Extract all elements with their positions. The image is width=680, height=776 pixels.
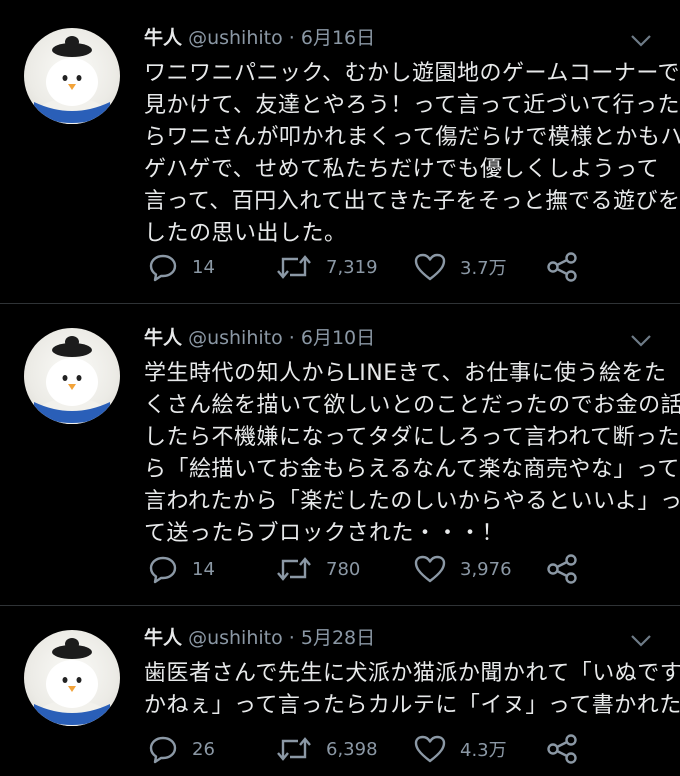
reply-count: 26 <box>192 738 215 760</box>
retweet-count: 780 <box>326 558 361 580</box>
tweet-date[interactable]: 6月10日 <box>301 327 375 349</box>
like-count: 3,976 <box>460 558 512 580</box>
penguin-avatar-icon <box>34 638 110 726</box>
tweet-text-line: 歯医者さんで先生に犬派か猫派か聞かれて「いぬです <box>144 661 680 686</box>
reply-icon <box>149 556 177 584</box>
tweet-text-line: 見かけて、友達とやろう！って言って近づいて行った <box>144 93 680 118</box>
tweet-text: 学生時代の知人からLINEきて、お仕事に使う絵をた くさん絵を描いて欲しいとのこ… <box>144 358 680 550</box>
avatar[interactable] <box>24 28 120 124</box>
tweet-text-line: ワニワニパニック、むかし遊園地のゲームコーナーで <box>144 61 680 86</box>
tweet-header: 牛人 @ushihito · 5月28日 <box>144 626 375 650</box>
tweet-text-line: て送ったらブロックされた・・・！ <box>144 521 505 546</box>
like-count: 4.3万 <box>460 740 507 761</box>
retweet-icon <box>277 737 311 761</box>
share-icon <box>547 252 577 282</box>
display-name[interactable]: 牛人 <box>144 327 182 349</box>
like-count: 3.7万 <box>460 258 507 279</box>
like-button[interactable]: 3.7万 <box>414 250 507 284</box>
like-button[interactable]: 3,976 <box>414 552 512 586</box>
tweet-header: 牛人 @ushihito · 6月10日 <box>144 326 375 350</box>
user-handle[interactable]: @ushihito <box>188 327 283 349</box>
reply-button[interactable]: 14 <box>148 552 215 586</box>
separator-dot: · <box>288 627 295 649</box>
penguin-avatar-icon <box>34 36 110 124</box>
tweet-text-line: 言われたから「楽だしたのしいからやるといいよ」っ <box>144 489 680 514</box>
tweet-text-line: かねぇ」って言ったらカルテに「イヌ」って書かれた <box>144 693 680 718</box>
tweet-text-line: 言って、百円入れて出てきた子をそっと撫でる遊びを <box>144 189 680 214</box>
user-handle[interactable]: @ushihito <box>188 27 283 49</box>
share-button[interactable] <box>546 732 578 766</box>
tweet-header: 牛人 @ushihito · 6月16日 <box>144 26 375 50</box>
tweet-date[interactable]: 6月16日 <box>301 27 375 49</box>
avatar[interactable] <box>24 630 120 726</box>
share-icon <box>547 554 577 584</box>
user-handle[interactable]: @ushihito <box>188 627 283 649</box>
separator-dot: · <box>288 27 295 49</box>
tweet-text: ワニワニパニック、むかし遊園地のゲームコーナーで 見かけて、友達とやろう！って言… <box>144 58 680 250</box>
avatar[interactable] <box>24 328 120 424</box>
tweet-text-line: したら不機嫌になってタダにしろって言われて断った <box>144 425 680 450</box>
tweet-actions: 26 6,398 4.3万 <box>144 732 664 766</box>
display-name[interactable]: 牛人 <box>144 627 182 649</box>
retweet-button[interactable]: 780 <box>276 552 360 586</box>
reply-button[interactable]: 26 <box>148 732 215 766</box>
tweet-actions: 14 780 3,976 <box>144 552 664 586</box>
share-icon <box>547 734 577 764</box>
like-button[interactable]: 4.3万 <box>414 732 507 766</box>
display-name[interactable]: 牛人 <box>144 27 182 49</box>
retweet-icon <box>277 255 311 279</box>
retweet-count: 6,398 <box>326 738 378 760</box>
reply-icon <box>149 736 177 764</box>
share-button[interactable] <box>546 552 578 586</box>
tweet-text: 歯医者さんで先生に犬派か猫派か聞かれて「いぬです かねぇ」って言ったらカルテに「… <box>144 658 680 722</box>
retweet-button[interactable]: 7,319 <box>276 250 378 284</box>
tweet-text-line: らワニさんが叩かれまくって傷だらけで模様とかもハ <box>144 125 680 150</box>
tweet-text-line: くさん絵を描いて欲しいとのことだったのでお金の話 <box>144 393 680 418</box>
tweet-actions: 14 7,319 3.7万 <box>144 250 664 284</box>
tweet[interactable]: 牛人 @ushihito · 5月28日 歯医者さんで先生に犬派か猫派か聞かれて… <box>0 606 680 776</box>
reply-count: 14 <box>192 558 215 580</box>
penguin-avatar-icon <box>34 336 110 424</box>
reply-icon <box>149 254 177 282</box>
chevron-down-icon[interactable] <box>630 34 652 48</box>
share-button[interactable] <box>546 250 578 284</box>
retweet-button[interactable]: 6,398 <box>276 732 378 766</box>
like-icon <box>414 253 446 281</box>
chevron-down-icon[interactable] <box>630 334 652 348</box>
chevron-down-icon[interactable] <box>630 634 652 648</box>
like-icon <box>414 735 446 763</box>
retweet-count: 7,319 <box>326 256 378 278</box>
reply-button[interactable]: 14 <box>148 250 215 284</box>
tweet-date[interactable]: 5月28日 <box>301 627 375 649</box>
tweet-text-line: 学生時代の知人からLINEきて、お仕事に使う絵をた <box>144 361 667 386</box>
tweet-text-line: したの思い出した。 <box>144 221 347 246</box>
tweet-text-line: ゲハゲで、せめて私たちだけでも優しくしようって <box>144 157 660 182</box>
reply-count: 14 <box>192 256 215 278</box>
separator-dot: · <box>288 327 295 349</box>
retweet-icon <box>277 557 311 581</box>
tweet-text-line: ら「絵描いてお金もらえるなんて楽な商売やな」って <box>144 457 680 482</box>
tweet[interactable]: 牛人 @ushihito · 6月10日 学生時代の知人からLINEきて、お仕事… <box>0 304 680 604</box>
tweet[interactable]: 牛人 @ushihito · 6月16日 ワニワニパニック、むかし遊園地のゲーム… <box>0 0 680 302</box>
like-icon <box>414 555 446 583</box>
